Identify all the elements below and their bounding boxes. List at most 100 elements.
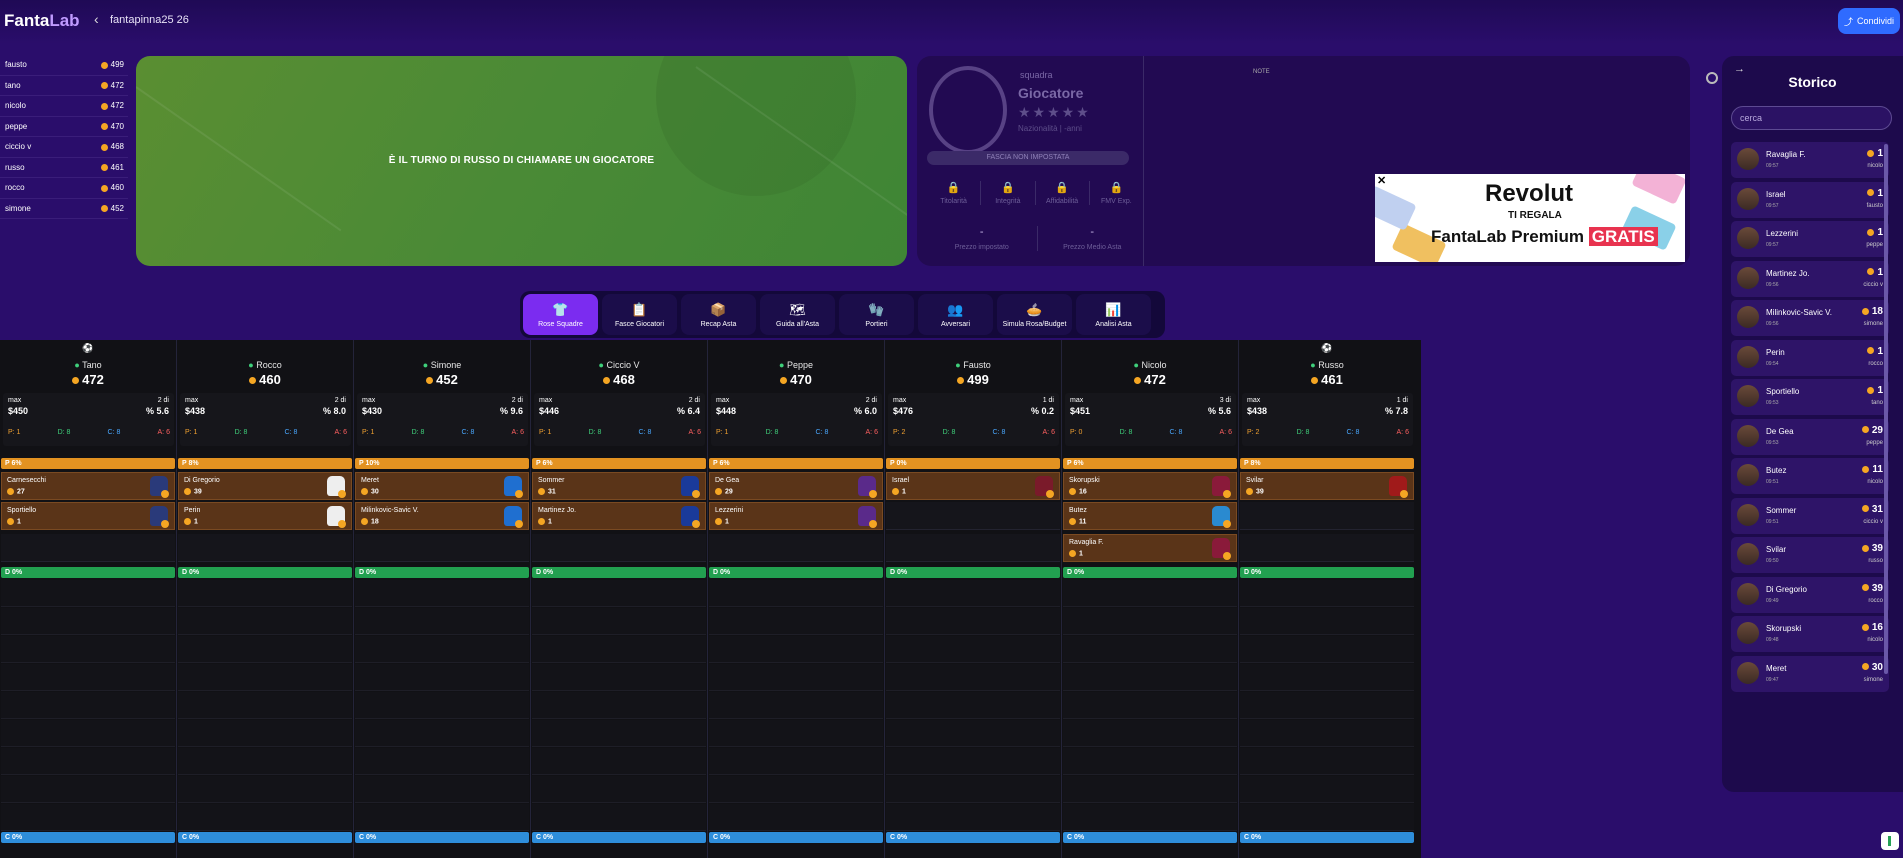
history-item[interactable]: Ravaglia F. 09:57 1 nicolo (1731, 142, 1889, 178)
player-slot[interactable]: Svilar 39 (1240, 472, 1414, 500)
history-item[interactable]: Israel 09:57 1 fausto (1731, 181, 1889, 218)
player-photo (1737, 503, 1759, 526)
player-slot[interactable]: Sommer 31 (532, 472, 706, 500)
slots-count: 2 di (511, 397, 523, 404)
logo-text: Fanta (4, 11, 50, 30)
share-button[interactable]: ⤴ Condividi (1838, 8, 1900, 34)
tab-rose-squadre[interactable]: 👕 Rose Squadre (523, 294, 598, 335)
goalkeepers-band: P 6% (532, 458, 706, 469)
feedback-button[interactable] (1881, 832, 1899, 850)
player-photo (1737, 543, 1759, 565)
fantalab-logo[interactable]: FantaLab (4, 11, 80, 31)
player-slot[interactable]: Israel 1 (886, 472, 1060, 500)
history-price: 11 (1862, 464, 1883, 475)
tab-recap-asta[interactable]: 📦 Recap Asta (681, 294, 756, 335)
back-chevron-icon[interactable]: ‹ (94, 11, 99, 27)
tab-analisi-asta[interactable]: 📊 Analisi Asta (1076, 294, 1151, 335)
player-price: 16 (1069, 488, 1087, 495)
history-item[interactable]: Svilar 09:50 39 russo (1731, 537, 1889, 573)
history-scrollbar[interactable] (1884, 144, 1888, 674)
empty-slot (532, 534, 706, 562)
slots-count: 3 di (1219, 397, 1231, 404)
player-slot[interactable]: Ravaglia F. 1 (1063, 534, 1237, 562)
coin-icon (100, 102, 108, 110)
empty-slot (1, 580, 175, 607)
player-slot[interactable]: Di Gregorio 39 (178, 472, 352, 500)
coin-icon (1867, 386, 1875, 394)
player-name: Sportiello (7, 507, 37, 514)
history-player-name: Martinez Jo. (1766, 268, 1810, 278)
empty-slot (886, 664, 1060, 691)
player-slot[interactable]: Perin 1 (178, 502, 352, 530)
player-slot[interactable]: De Gea 29 (709, 472, 883, 500)
team-name-text: Rocco (256, 360, 282, 370)
coin-badge-icon (161, 490, 169, 498)
history-item[interactable]: Butez 09:51 11 nicolo (1731, 458, 1889, 494)
role-count: P: 2 (893, 429, 906, 436)
history-item[interactable]: Di Gregorio 09:49 39 rocco (1731, 576, 1889, 613)
history-price: 18 (1861, 306, 1883, 317)
goalkeepers-band: P 10% (355, 458, 529, 469)
budget-row[interactable]: peppe 470 (0, 117, 128, 137)
coin-icon (892, 488, 899, 495)
storico-search-input[interactable] (1731, 106, 1892, 130)
player-slot[interactable]: Lezzerini 1 (709, 502, 883, 530)
history-icon[interactable] (1706, 72, 1718, 84)
tab-fasce-giocatori[interactable]: 📋 Fasce Giocatori (602, 294, 677, 335)
budget-row[interactable]: tano 472 (0, 76, 128, 96)
tab-portieri[interactable]: 🧤 Portieri (839, 294, 914, 335)
budget-row[interactable]: russo 461 (0, 158, 128, 178)
player-slot[interactable]: Sportiello 1 (1, 502, 175, 530)
team-budget-value: 472 (82, 372, 104, 387)
ad-badge: GRATIS (1588, 227, 1658, 246)
history-manager: nicolo (1867, 163, 1883, 169)
team-name-text: Tano (82, 360, 102, 370)
coin-badge-icon (338, 490, 346, 498)
revolut-ad[interactable]: ✕ Revolut TI REGALA FantaLab Premium GRA… (1375, 174, 1685, 262)
team-stats: max $448 2 di % 6.0 P: 1 D: 8 C: 8 A: 6 (711, 393, 882, 446)
history-item[interactable]: Sportiello 09:53 1 tano (1731, 379, 1889, 415)
budget-row[interactable]: simone 452 (0, 199, 128, 219)
history-item[interactable]: Skorupski 09:48 16 nicolo (1731, 616, 1889, 652)
history-item[interactable]: Meret 09:47 30 simone (1731, 655, 1889, 692)
history-item[interactable]: Martinez Jo. 09:56 1 ciccio v (1731, 260, 1889, 297)
history-price-value: 1 (1877, 227, 1883, 238)
player-slot[interactable]: Martinez Jo. 1 (532, 502, 706, 530)
player-slot[interactable]: Butez 11 (1063, 502, 1237, 530)
ad-line: TI REGALA (1508, 210, 1562, 221)
player-slot[interactable]: Milinkovic-Savic V. 18 (355, 502, 529, 530)
player-slot[interactable]: Meret 30 (355, 472, 529, 500)
history-item[interactable]: De Gea 09:53 29 peppe (1731, 418, 1889, 455)
player-name: Skorupski (1069, 477, 1100, 484)
budget-row[interactable]: rocco 460 (0, 178, 128, 199)
tab-simula-rosa-budget[interactable]: 🥧 Simula Rosa/Budget (997, 294, 1072, 335)
history-item[interactable]: Sommer 09:51 31 ciccio v (1731, 497, 1889, 534)
role-count: A: 6 (1042, 429, 1055, 436)
history-item[interactable]: Lezzerini 09:57 1 peppe (1731, 221, 1889, 257)
empty-slot (1, 748, 175, 775)
slots-count: 2 di (865, 397, 877, 404)
budget-value: 499 (100, 60, 124, 69)
tab-guida-all-asta[interactable]: 🗺 Guida all'Asta (760, 294, 835, 335)
budget-row[interactable]: fausto 499 (0, 55, 128, 76)
coin-icon (100, 164, 108, 172)
coin-icon (715, 488, 722, 495)
player-slot[interactable]: Skorupski 16 (1063, 472, 1237, 500)
history-item[interactable]: Perin 09:54 1 rocco (1731, 339, 1889, 376)
max-label: max (539, 397, 553, 404)
ad-product-text: FantaLab Premium (1431, 227, 1585, 246)
tab-avversari[interactable]: 👥 Avversari (918, 294, 993, 335)
history-price: 1 (1867, 188, 1883, 199)
budget-row[interactable]: ciccio v 468 (0, 137, 128, 158)
role-count: D: 8 (57, 429, 71, 436)
player-price-value: 31 (548, 488, 556, 496)
coin-badge-icon (1046, 490, 1054, 498)
coin-icon (1861, 544, 1869, 552)
history-item[interactable]: Milinkovic-Savic V. 09:56 18 simone (1731, 300, 1889, 336)
empty-slot (1240, 636, 1414, 663)
budget-row[interactable]: nicolo 472 (0, 96, 128, 117)
ad-close-icon[interactable]: ✕ (1377, 174, 1386, 187)
history-time: 09:49 (1766, 597, 1779, 604)
midfielders-band: C 0% (1, 832, 175, 843)
player-slot[interactable]: Carnesecchi 27 (1, 472, 175, 500)
